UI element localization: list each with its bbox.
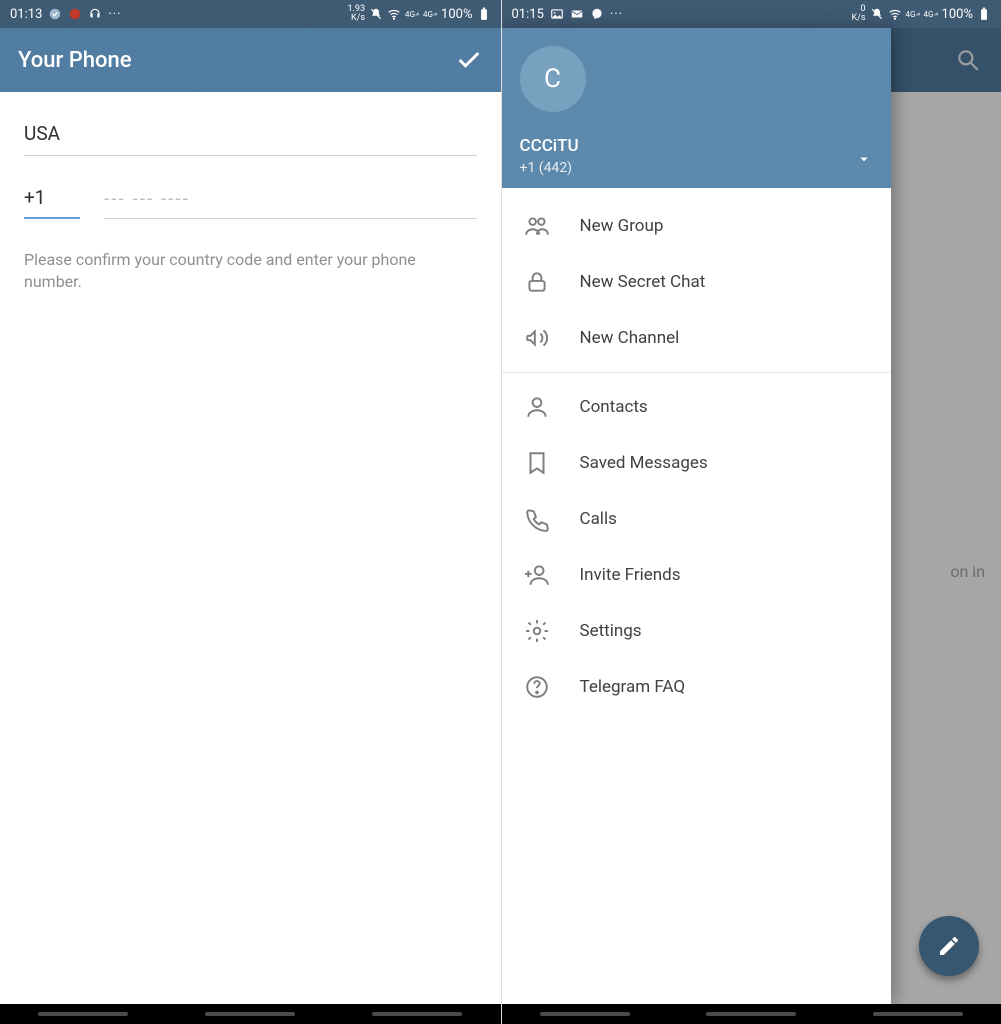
image-notif-icon <box>550 7 564 21</box>
person-icon <box>524 394 550 420</box>
battery-icon <box>977 7 991 21</box>
wifi-icon <box>888 7 902 21</box>
menu-label: New Secret Chat <box>580 272 706 292</box>
help-icon <box>524 674 550 700</box>
menu-saved-messages[interactable]: Saved Messages <box>502 435 892 491</box>
menu-divider <box>502 372 892 373</box>
menu-invite-friends[interactable]: Invite Friends <box>502 547 892 603</box>
battery-pct: 100% <box>942 7 973 22</box>
menu-calls[interactable]: Calls <box>502 491 892 547</box>
wifi-icon <box>387 7 401 21</box>
android-nav-bar <box>502 1004 1001 1024</box>
bookmark-icon <box>524 450 550 476</box>
mute-icon <box>369 7 383 21</box>
menu-label: Telegram FAQ <box>580 677 686 697</box>
avatar-letter: C <box>544 64 561 94</box>
navigation-drawer: C CCCiTU +1 (442) New Group New Secret C… <box>502 28 892 1004</box>
menu-label: Saved Messages <box>580 453 708 473</box>
menu-label: Invite Friends <box>580 565 681 585</box>
phone-icon <box>524 506 550 532</box>
dial-code-input[interactable]: +1 <box>24 186 80 219</box>
confirm-button[interactable] <box>455 46 483 74</box>
signal-icon-2: 4G <box>924 7 938 21</box>
chevron-down-icon[interactable] <box>855 150 873 168</box>
country-field[interactable]: USA <box>24 116 477 156</box>
compose-fab[interactable] <box>919 916 979 976</box>
app-icon-1 <box>48 7 62 21</box>
phone-screen-login: 01:13 ··· 1.93K/s 4G 4G 100% Your Phone <box>0 0 501 1024</box>
app-bar: Your Phone <box>0 28 501 92</box>
menu-faq[interactable]: Telegram FAQ <box>502 659 892 715</box>
drawer-username: CCCiTU <box>520 136 874 156</box>
headset-icon <box>88 7 102 21</box>
menu-label: New Channel <box>580 328 680 348</box>
group-icon <box>524 213 550 239</box>
background-text-fragment: on in <box>950 562 985 581</box>
signal-icon-1: 4G <box>405 7 419 21</box>
chat-notif-icon <box>590 7 604 21</box>
mute-icon <box>870 7 884 21</box>
menu-contacts[interactable]: Contacts <box>502 379 892 435</box>
signal-icon-2: 4G <box>423 7 437 21</box>
megaphone-icon <box>524 325 550 351</box>
menu-new-group[interactable]: New Group <box>502 198 892 254</box>
menu-label: Calls <box>580 509 617 529</box>
menu-label: Settings <box>580 621 642 641</box>
login-form: USA +1 --- --- ---- Please confirm your … <box>0 92 501 1024</box>
drawer-phone: +1 (442) <box>520 160 874 176</box>
invite-icon <box>524 562 550 588</box>
page-title: Your Phone <box>18 48 131 73</box>
drawer-header[interactable]: C CCCiTU +1 (442) <box>502 28 892 188</box>
net-speed: 0K/s <box>852 5 866 23</box>
avatar[interactable]: C <box>520 46 586 112</box>
phone-number-input[interactable]: --- --- ---- <box>104 187 477 219</box>
lock-icon <box>524 269 550 295</box>
net-speed: 1.93K/s <box>347 5 365 23</box>
menu-label: Contacts <box>580 397 648 417</box>
battery-icon <box>477 7 491 21</box>
hint-text: Please confirm your country code and ent… <box>24 249 477 294</box>
phone-screen-drawer: 01:15 ··· 0K/s 4G 4G 100% on in <box>501 0 1001 1024</box>
more-notifications-icon: ··· <box>108 7 121 22</box>
more-notifications-icon: ··· <box>610 7 623 22</box>
status-time: 01:13 <box>10 7 42 22</box>
menu-label: New Group <box>580 216 664 236</box>
battery-pct: 100% <box>441 7 472 22</box>
menu-settings[interactable]: Settings <box>502 603 892 659</box>
status-bar: 01:13 ··· 1.93K/s 4G 4G 100% <box>0 0 501 28</box>
drawer-menu: New Group New Secret Chat New Channel Co… <box>502 188 892 725</box>
status-time: 01:15 <box>512 7 544 22</box>
signal-icon-1: 4G <box>906 7 920 21</box>
mail-notif-icon <box>570 7 584 21</box>
menu-new-channel[interactable]: New Channel <box>502 310 892 366</box>
menu-new-secret-chat[interactable]: New Secret Chat <box>502 254 892 310</box>
gear-icon <box>524 618 550 644</box>
app-icon-2 <box>68 7 82 21</box>
android-nav-bar <box>0 1004 501 1024</box>
status-bar: 01:15 ··· 0K/s 4G 4G 100% <box>502 0 1001 28</box>
